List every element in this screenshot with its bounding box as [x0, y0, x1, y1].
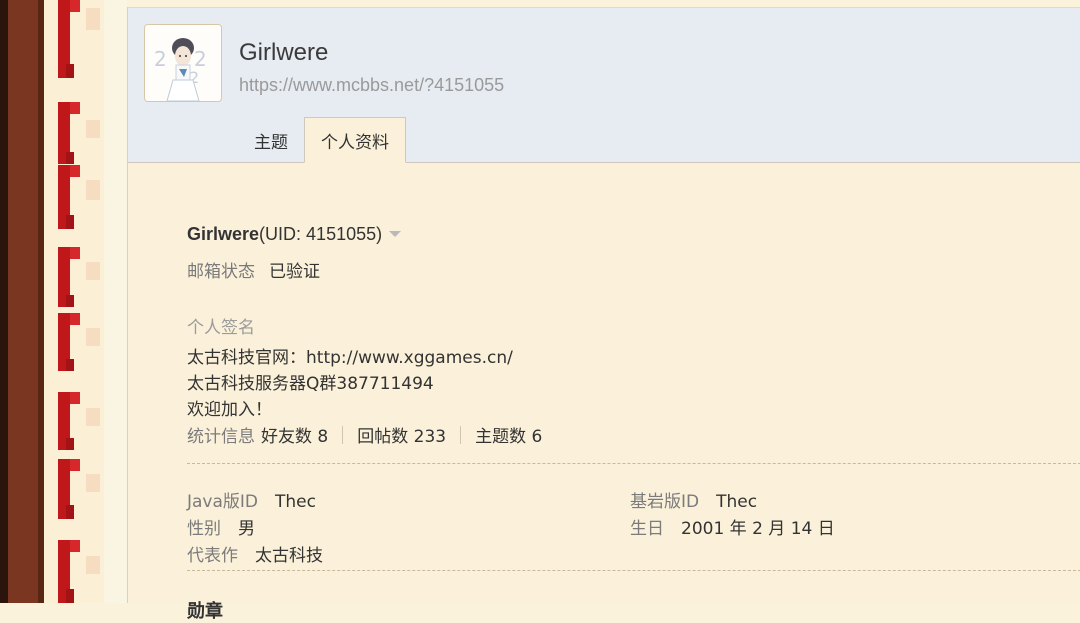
medal-section-heading: 勋章	[187, 601, 223, 622]
profile-tabs: 主题 个人资料	[238, 117, 406, 163]
wall-brick-lip	[70, 102, 80, 114]
wall-shade	[86, 328, 100, 346]
wall-shade	[86, 120, 100, 138]
svg-text:2: 2	[154, 47, 167, 71]
gender-row: 性别 男	[187, 514, 255, 539]
java-id-value: Thec	[275, 492, 316, 512]
signature-label: 个人签名	[187, 318, 255, 338]
wall-shade	[86, 408, 100, 426]
wall-brick-foot	[66, 589, 74, 603]
topics-count-value: 6	[531, 427, 543, 447]
representative-work-value: 太古科技	[255, 546, 323, 566]
wall-brick-lip	[70, 0, 80, 12]
email-status-value: 已验证	[269, 262, 320, 282]
email-status-label: 邮箱状态	[187, 262, 255, 282]
friends-count-label: 好友数	[261, 427, 312, 447]
wall-brick-foot	[66, 438, 74, 450]
profile-name-row: Girlwere(UID: 4151055)	[187, 224, 402, 245]
wall-shade	[86, 556, 100, 574]
wall-shade	[86, 262, 100, 280]
wall-brick-foot	[66, 359, 74, 371]
birthday-row: 生日 2001 年 2 月 14 日	[630, 514, 835, 539]
stats-divider	[342, 425, 344, 444]
stats-divider	[460, 425, 462, 444]
bedrock-id-label: 基岩版ID	[630, 492, 700, 512]
profile-header: 2 2 2 Girlwere https://www.mcbbs.net/?41…	[128, 7, 1080, 163]
chevron-down-icon[interactable]	[389, 231, 402, 238]
page-title: Girlwere	[239, 39, 329, 66]
wall-brick-lip	[70, 392, 80, 404]
wall-dark-strip	[0, 0, 8, 603]
wall-brick-lip	[70, 313, 80, 325]
replies-count-label: 回帖数	[357, 427, 409, 447]
profile-name: Girlwere	[187, 224, 260, 244]
bedrock-id-value: Thec	[716, 492, 758, 512]
representative-work-label: 代表作	[187, 546, 238, 566]
wall-brick-foot	[66, 215, 74, 229]
gender-label: 性别	[187, 519, 221, 539]
wall-edge-strip	[104, 0, 127, 603]
tab-profile[interactable]: 个人资料	[304, 117, 406, 163]
birthday-value: 2001 年 2 月 14 日	[681, 519, 835, 539]
signature-line: 欢迎加入！	[187, 400, 272, 420]
signature-line: 太古科技服务器Q群387711494	[187, 374, 434, 394]
wall-brick-foot	[66, 64, 74, 78]
birthday-label: 生日	[630, 519, 664, 539]
wall-brick-lip	[70, 540, 80, 552]
wall-brick-foot	[66, 152, 74, 164]
email-status-row: 邮箱状态 已验证	[187, 257, 320, 282]
wall-brick-foot	[66, 505, 74, 519]
stats-row: 统计信息 好友数 8 回帖数 233 主题数 6	[187, 422, 542, 447]
avatar[interactable]: 2 2 2	[144, 24, 222, 102]
topics-count-label: 主题数	[475, 427, 527, 447]
profile-url[interactable]: https://www.mcbbs.net/?4151055	[239, 75, 504, 96]
friends-count-value: 8	[317, 427, 329, 447]
stats-label: 统计信息	[187, 427, 255, 447]
wall-brick-lip	[70, 165, 80, 177]
wall-brick-foot	[66, 295, 74, 307]
uid-label: (UID: 4151055)	[259, 224, 383, 244]
profile-panel: 2 2 2 Girlwere https://www.mcbbs.net/?41…	[127, 7, 1080, 622]
wall-cream-strip	[44, 0, 104, 603]
tab-topics[interactable]: 主题	[238, 118, 304, 162]
section-divider	[187, 463, 1080, 464]
section-divider	[187, 570, 1080, 571]
decorative-wall	[0, 0, 127, 603]
java-id-row: Java版ID Thec	[187, 487, 316, 512]
representative-work-row: 代表作 太古科技	[187, 541, 323, 566]
friends-count[interactable]: 好友数 8	[261, 422, 328, 447]
topics-count[interactable]: 主题数 6	[475, 422, 542, 447]
replies-count-value: 233	[413, 427, 447, 447]
wall-brick-lip	[70, 247, 80, 259]
wall-brick-lip	[70, 459, 80, 471]
bedrock-id-row: 基岩版ID Thec	[630, 487, 757, 512]
wall-shade	[86, 180, 100, 200]
replies-count[interactable]: 回帖数 233	[357, 422, 446, 447]
java-id-label: Java版ID	[187, 492, 259, 512]
wall-shade	[86, 8, 100, 30]
signature-line: 太古科技官网：http://www.xggames.cn/	[187, 348, 513, 368]
user-avatar-2022-illustration-icon: 2 2 2	[145, 25, 221, 101]
wall-shade	[86, 474, 100, 492]
gender-value: 男	[238, 519, 255, 539]
